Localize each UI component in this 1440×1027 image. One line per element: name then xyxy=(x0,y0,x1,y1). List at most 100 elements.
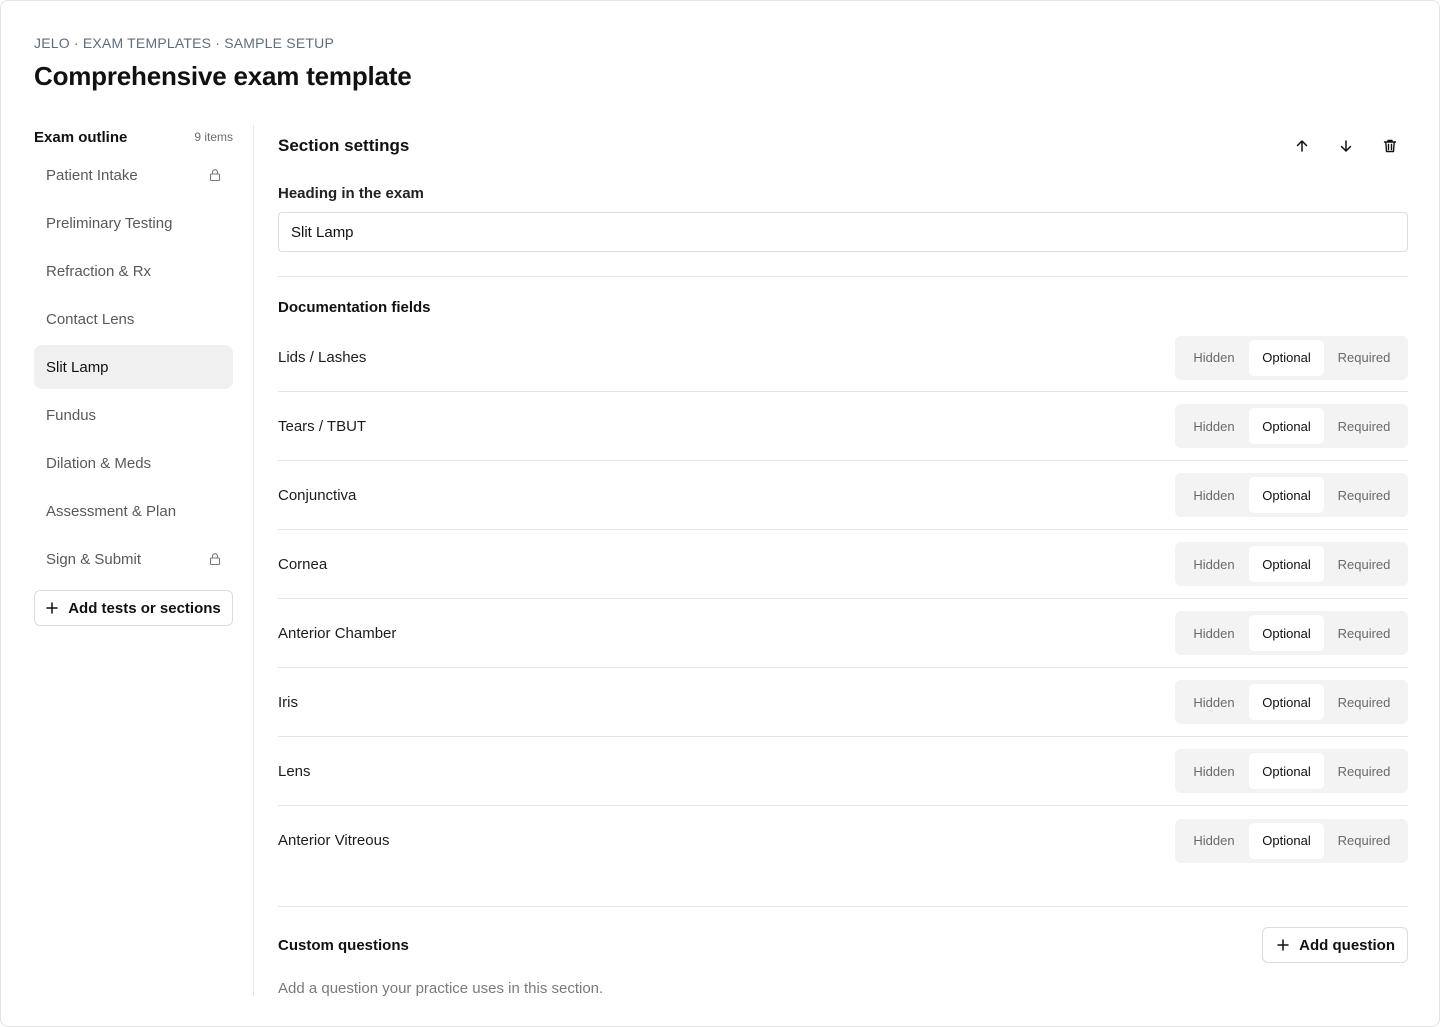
documentation-field-row: Cornea Hidden Optional Required xyxy=(278,530,1408,599)
outline-item-label: Contact Lens xyxy=(46,310,135,328)
option-optional[interactable]: Optional xyxy=(1249,615,1324,651)
option-required[interactable]: Required xyxy=(1324,823,1404,859)
option-hidden[interactable]: Hidden xyxy=(1179,340,1249,376)
documentation-fields-title: Documentation fields xyxy=(278,299,431,316)
field-label: Tears / TBUT xyxy=(278,417,367,435)
documentation-field-row: Lens Hidden Optional Required xyxy=(278,737,1408,806)
add-question-label: Add question xyxy=(1299,936,1395,954)
outline-list: Patient Intake Preliminary Testing Refract… xyxy=(34,153,233,581)
option-optional[interactable]: Optional xyxy=(1249,822,1324,859)
page-title: Comprehensive exam template xyxy=(34,61,412,91)
outline-item-label: Patient Intake xyxy=(46,166,138,184)
visibility-toggle: Hidden Optional Required xyxy=(1175,680,1408,724)
option-optional[interactable]: Optional xyxy=(1249,339,1324,376)
option-hidden[interactable]: Hidden xyxy=(1179,823,1249,859)
field-label: Anterior Vitreous xyxy=(278,832,390,849)
option-hidden[interactable]: Hidden xyxy=(1179,684,1249,720)
outline-item-label: Assessment & Plan xyxy=(46,502,177,520)
divider xyxy=(278,276,1408,277)
option-optional[interactable]: Optional xyxy=(1249,408,1324,444)
app-window: JELO · EXAM TEMPLATES · SAMPLE SETUP Com… xyxy=(0,0,1440,1027)
option-hidden[interactable]: Hidden xyxy=(1179,477,1249,513)
sidebar-header: Exam outline 9 items xyxy=(34,125,233,149)
documentation-field-row: Conjunctiva Hidden Optional Required xyxy=(278,461,1408,530)
visibility-toggle: Hidden Optional Required xyxy=(1175,818,1408,863)
delete-section-button[interactable] xyxy=(1372,128,1408,164)
option-optional[interactable]: Optional xyxy=(1249,477,1324,513)
option-hidden[interactable]: Hidden xyxy=(1179,753,1249,789)
sidebar-divider xyxy=(253,125,254,996)
outline-item[interactable]: Slit Lamp xyxy=(34,345,233,389)
item-count: 9 items xyxy=(194,130,233,144)
custom-questions-help: Add a question your practice uses in thi… xyxy=(278,980,604,997)
outline-item-label: Sign & Submit xyxy=(46,550,142,568)
custom-questions-title: Custom questions xyxy=(278,936,409,954)
option-required[interactable]: Required xyxy=(1324,340,1404,376)
field-label: Lens xyxy=(278,762,311,780)
outline-item-label: Slit Lamp xyxy=(46,358,109,376)
documentation-field-row: Tears / TBUT Hidden Optional Required xyxy=(278,392,1408,461)
documentation-field-row: Anterior Chamber Hidden Optional Required xyxy=(278,599,1408,668)
outline-item[interactable]: Assessment & Plan xyxy=(34,489,233,533)
option-required[interactable]: Required xyxy=(1324,684,1404,720)
plus-icon xyxy=(1277,939,1289,951)
option-required[interactable]: Required xyxy=(1324,753,1404,789)
documentation-fields-list: Lids / Lashes Hidden Optional Required Tears… xyxy=(278,324,1408,875)
visibility-toggle: Hidden Optional Required xyxy=(1175,542,1408,586)
option-optional[interactable]: Optional xyxy=(1249,753,1324,789)
heading-input[interactable] xyxy=(278,212,1408,252)
arrow-down-icon xyxy=(1340,140,1352,152)
option-hidden[interactable]: Hidden xyxy=(1179,615,1249,651)
custom-questions-section: Custom questions Add question Add a ques… xyxy=(278,906,1408,997)
arrow-up-icon xyxy=(1296,140,1308,152)
option-optional[interactable]: Optional xyxy=(1249,546,1324,582)
outline-item[interactable]: Dilation & Meds xyxy=(34,441,233,485)
custom-questions-header: Custom questions Add question xyxy=(278,927,1408,963)
sidebar-title: Exam outline xyxy=(34,128,128,146)
outline-item[interactable]: Preliminary Testing xyxy=(34,201,233,245)
visibility-toggle: Hidden Optional Required xyxy=(1175,335,1408,380)
section-actions xyxy=(1284,128,1408,164)
outline-item[interactable]: Sign & Submit xyxy=(34,537,233,581)
option-required[interactable]: Required xyxy=(1324,477,1404,513)
option-required[interactable]: Required xyxy=(1324,408,1404,444)
outline-item-label: Preliminary Testing xyxy=(46,214,173,232)
option-required[interactable]: Required xyxy=(1324,615,1404,651)
field-label: Iris xyxy=(278,693,298,711)
outline-item-label: Fundus xyxy=(46,406,97,424)
move-up-button[interactable] xyxy=(1284,128,1320,164)
visibility-toggle: Hidden Optional Required xyxy=(1175,749,1408,793)
lock-icon xyxy=(209,553,221,566)
outline-item[interactable]: Patient Intake xyxy=(34,153,233,197)
trash-icon xyxy=(1383,139,1397,153)
outline-item-label: Dilation & Meds xyxy=(46,454,152,472)
field-label: Conjunctiva xyxy=(278,486,357,504)
option-optional[interactable]: Optional xyxy=(1249,684,1324,720)
documentation-field-row: Anterior Vitreous Hidden Optional Required xyxy=(278,806,1408,875)
outline-item[interactable]: Refraction & Rx xyxy=(34,249,233,293)
add-tests-button[interactable]: Add tests or sections xyxy=(34,590,233,626)
visibility-toggle: Hidden Optional Required xyxy=(1175,611,1408,655)
outline-item[interactable]: Fundus xyxy=(34,393,233,437)
breadcrumb: JELO · EXAM TEMPLATES · SAMPLE SETUP xyxy=(34,35,334,51)
documentation-field-row: Iris Hidden Optional Required xyxy=(278,668,1408,737)
visibility-toggle: Hidden Optional Required xyxy=(1175,404,1408,448)
section-title: Section settings xyxy=(278,136,410,155)
add-tests-label: Add tests or sections xyxy=(68,599,221,617)
visibility-toggle: Hidden Optional Required xyxy=(1175,473,1408,517)
documentation-field-row: Lids / Lashes Hidden Optional Required xyxy=(278,324,1408,392)
option-hidden[interactable]: Hidden xyxy=(1179,546,1249,582)
plus-icon xyxy=(46,602,58,614)
option-required[interactable]: Required xyxy=(1324,546,1404,582)
field-label: Lids / Lashes xyxy=(278,349,367,366)
section-header: Section settings xyxy=(278,125,1408,167)
outline-item-label: Refraction & Rx xyxy=(46,262,152,280)
field-label: Anterior Chamber xyxy=(278,624,397,642)
move-down-button[interactable] xyxy=(1328,128,1364,164)
outline-item[interactable]: Contact Lens xyxy=(34,297,233,341)
add-question-button[interactable]: Add question xyxy=(1262,927,1408,963)
section-settings-panel: Section settings Heading in the exam Doc… xyxy=(278,125,1408,997)
exam-outline-sidebar: Exam outline 9 items Patient Intake Preli… xyxy=(34,125,233,626)
option-hidden[interactable]: Hidden xyxy=(1179,408,1249,444)
field-label: Cornea xyxy=(278,555,328,573)
